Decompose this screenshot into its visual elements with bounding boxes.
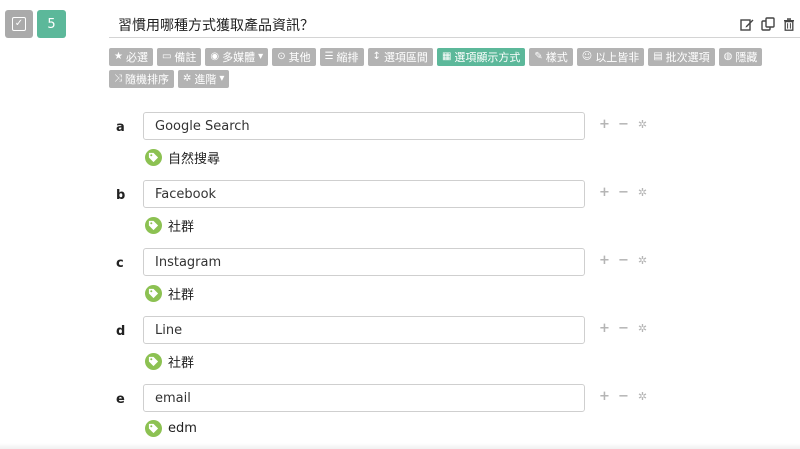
camera-icon: ◉ xyxy=(210,51,220,62)
tag-icon xyxy=(145,149,162,166)
question-toolbar: ★ 必選 ▭ 備註 ◉ 多媒體 ▾ ⊙ 其他 ☰ 縮排 ↕ 選項區間 ▦ 選項顯示方式 ✎ 樣式 ☺ 以上皆非 ▤ 批次… xyxy=(109,48,800,88)
minus-icon[interactable]: − xyxy=(618,390,629,404)
toolbar-button-arrows-vertical[interactable]: ↕ 選項區間 xyxy=(367,48,433,66)
plus-icon[interactable]: + xyxy=(599,254,610,268)
gear-icon[interactable]: ✲ xyxy=(637,254,648,268)
option-text-input[interactable]: Google Search xyxy=(143,112,585,140)
option-controls: + − ✲ xyxy=(599,254,648,268)
option-controls: + − ✲ xyxy=(599,322,648,336)
copy-icon[interactable] xyxy=(761,17,775,31)
tag-icon xyxy=(145,285,162,302)
toolbar-button-label: 進階 xyxy=(194,72,217,86)
option-tag[interactable]: edm xyxy=(145,420,197,437)
option-tag-label: edm xyxy=(168,421,197,436)
toolbar-button-label: 選項顯示方式 xyxy=(454,50,521,64)
minus-icon[interactable]: − xyxy=(618,186,629,200)
gear-icon[interactable]: ✲ xyxy=(637,322,648,336)
shuffle-icon: ⤨ xyxy=(114,73,122,84)
toolbar-button-label: 備註 xyxy=(174,50,197,64)
toolbar-button-label: 樣式 xyxy=(545,50,568,64)
toolbar-button-file[interactable]: ▤ 批次選項 xyxy=(648,48,715,66)
gear-icon: ✲ xyxy=(183,73,192,84)
toolbar-button-label: 縮排 xyxy=(336,50,359,64)
eye-slash-icon: ◍ xyxy=(723,51,733,62)
question-number-badge: 5 xyxy=(37,10,66,38)
tag-icon xyxy=(145,217,162,234)
toolbar-button-shuffle[interactable]: ⤨ 隨機排序 xyxy=(109,70,174,88)
option-letter: e xyxy=(116,392,125,407)
toolbar-button-label: 選項區間 xyxy=(383,50,428,64)
gear-icon[interactable]: ✲ xyxy=(637,186,648,200)
plus-icon[interactable]: + xyxy=(599,322,610,336)
toolbar-button-label: 以上皆非 xyxy=(595,50,640,64)
toolbar-button-label: 其他 xyxy=(288,50,311,64)
option-tag-label: 自然搜尋 xyxy=(168,152,221,167)
plus-icon[interactable]: + xyxy=(599,186,610,200)
plus-icon[interactable]: + xyxy=(599,390,610,404)
toolbar-button-comment[interactable]: ▭ 備註 xyxy=(156,48,202,66)
option-text-input[interactable]: Line xyxy=(143,316,585,344)
option-text-input[interactable]: email xyxy=(143,384,585,412)
toolbar-button-grid[interactable]: ▦ 選項顯示方式 xyxy=(436,48,526,66)
tag-icon xyxy=(145,420,162,437)
option-text-input[interactable]: Instagram xyxy=(143,248,585,276)
bottom-shadow xyxy=(0,443,800,449)
plus-icon[interactable]: + xyxy=(599,118,610,132)
question-editor: ✓ 5 習慣用哪種方式獲取產品資訊？ ★ 必選 ▭ 備註 ◉ 多媒體 ▾ ⊙ 其他 ☰ 縮排 ↕ 選項區… xyxy=(0,0,800,449)
toolbar-button-brush[interactable]: ✎ 樣式 xyxy=(529,48,573,66)
option-letter: b xyxy=(116,188,126,203)
option-letter: d xyxy=(116,324,126,339)
arrows-vertical-icon: ↕ xyxy=(372,51,381,62)
toolbar-button-label: 隨機排序 xyxy=(125,72,169,86)
title-divider xyxy=(109,37,800,38)
gear-icon[interactable]: ✲ xyxy=(637,390,648,404)
indent-icon: ☰ xyxy=(324,51,334,62)
comment-icon: ▭ xyxy=(161,51,172,62)
toolbar-button-eye-slash[interactable]: ◍ 隱藏 xyxy=(718,48,763,66)
option-controls: + − ✲ xyxy=(599,186,648,200)
smile-icon: ☺ xyxy=(581,51,593,62)
toolbar-button-label: 必選 xyxy=(125,50,148,64)
toolbar-button-camera[interactable]: ◉ 多媒體 ▾ xyxy=(205,48,269,66)
option-tag-label: 社群 xyxy=(168,356,195,371)
option-tag[interactable]: 社群 xyxy=(145,352,194,371)
toolbar-button-label: 多媒體 xyxy=(222,50,256,64)
option-tag-label: 社群 xyxy=(168,288,195,303)
option-tag[interactable]: 社群 xyxy=(145,284,194,303)
minus-icon[interactable]: − xyxy=(618,322,629,336)
gear-icon[interactable]: ✲ xyxy=(637,118,648,132)
option-tag[interactable]: 社群 xyxy=(145,216,194,235)
option-letter: a xyxy=(116,120,125,135)
minus-icon[interactable]: − xyxy=(618,254,629,268)
radio-icon: ⊙ xyxy=(277,51,286,62)
option-controls: + − ✲ xyxy=(599,118,648,132)
caret-down-icon: ▾ xyxy=(219,73,225,84)
option-letter: c xyxy=(116,256,124,271)
trash-icon[interactable] xyxy=(782,17,796,31)
question-title[interactable]: 習慣用哪種方式獲取產品資訊？ xyxy=(118,15,314,35)
toolbar-button-smile[interactable]: ☺ 以上皆非 xyxy=(576,48,645,66)
caret-down-icon: ▾ xyxy=(258,51,264,62)
option-controls: + − ✲ xyxy=(599,390,648,404)
star-icon: ★ xyxy=(114,51,123,62)
header-tools xyxy=(740,17,796,31)
checkbox-icon: ✓ xyxy=(12,17,26,31)
minus-icon[interactable]: − xyxy=(618,118,629,132)
checkbox-question-type-icon[interactable]: ✓ xyxy=(5,10,33,38)
option-tag-label: 社群 xyxy=(168,220,195,235)
toolbar-button-label: 隱藏 xyxy=(735,50,758,64)
toolbar-button-indent[interactable]: ☰ 縮排 xyxy=(319,48,364,66)
toolbar-button-radio[interactable]: ⊙ 其他 xyxy=(272,48,316,66)
option-tag[interactable]: 自然搜尋 xyxy=(145,148,220,167)
option-text-input[interactable]: Facebook xyxy=(143,180,585,208)
edit-icon[interactable] xyxy=(740,17,754,31)
tag-icon xyxy=(145,353,162,370)
file-icon: ▤ xyxy=(653,51,663,62)
toolbar-button-star[interactable]: ★ 必選 xyxy=(109,48,153,66)
toolbar-button-label: 批次選項 xyxy=(665,50,710,64)
grid-icon: ▦ xyxy=(441,51,452,62)
brush-icon: ✎ xyxy=(534,51,543,62)
toolbar-button-gear[interactable]: ✲ 進階 ▾ xyxy=(178,70,230,88)
